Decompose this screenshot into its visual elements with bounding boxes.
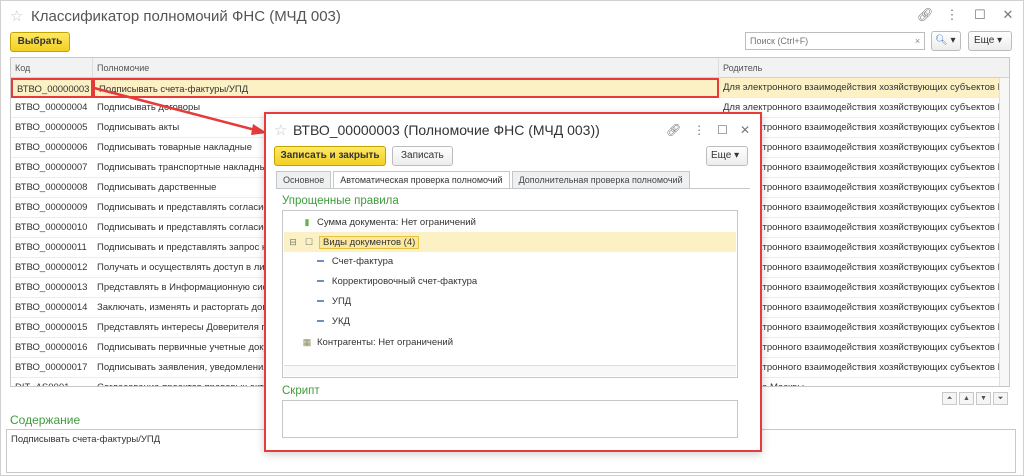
dash-icon [317,320,324,323]
scroll-bottom-button[interactable]: ⏷ [993,392,1008,405]
tree-item-doc-types[interactable]: ⊟ ☐ Виды документов (4) [287,232,420,252]
chevron-down-icon: ▾ [997,35,1003,46]
cell-code: DIT_AS0001 [11,378,93,386]
magnifier-icon: 🔍︎ [935,35,948,46]
tree-item-doc[interactable]: Счет-фактура [317,252,393,272]
dialog-maximize-icon[interactable]: ☐ [717,123,728,137]
script-title: Скрипт [282,385,320,397]
rules-title: Упрощенные правила [282,195,399,207]
link-icon[interactable]: 🔗︎ [917,8,934,22]
tab-additional-check[interactable]: Дополнительная проверка полномочий [511,171,690,189]
dialog-more-button[interactable]: Еще ▾ [706,146,748,166]
table-row[interactable]: ВТВО_00000003 Подписывать счета-фактуры/У… [11,78,1009,98]
tree-item-doc[interactable]: УКД [317,312,350,332]
checkbox-icon[interactable]: ☐ [303,232,315,252]
table-header: Код Полномочие Родитель [11,58,1009,78]
search-options-button[interactable]: 🔍︎ ▾ [931,31,961,51]
dialog-link-icon[interactable]: 🔗︎ [666,123,681,137]
cell-code: ВТВО_00000006 [15,142,88,153]
cell-code: ВТВО_00000010 [15,222,88,233]
dialog-tabs: Основное Автоматическая проверка полномо… [276,171,692,189]
cell-code: ВТВО_00000014 [15,302,88,313]
column-parent[interactable]: Родитель [719,58,1009,78]
close-icon[interactable]: ✕ [1001,8,1015,22]
dash-icon [317,280,324,283]
column-code[interactable]: Код [11,58,93,78]
title-bar: ☆ Классификатор полномочий ФНС (МЧД 003)… [1,1,1024,31]
tab-auto-check[interactable]: Автоматическая проверка полномочий [333,171,510,189]
table-nav: ⏶ ▲ ▼ ⏷ [942,392,1008,405]
cell-code: ВТВО_00000012 [15,262,88,273]
save-and-close-button[interactable]: Записать и закрыть [274,146,386,166]
window-title: Классификатор полномочий ФНС (МЧД 003) [31,8,341,25]
dash-icon [317,260,324,263]
content-title: Содержание [10,413,81,427]
table-icon: ▦ [302,337,312,347]
dialog-favorite-star-icon[interactable]: ☆ [274,121,287,139]
column-power[interactable]: Полномочие [93,58,719,78]
cell-code: ВТВО_00000007 [15,162,88,173]
more-vertical-icon[interactable]: ⋮ [945,8,959,22]
tree-item-counterparties[interactable]: ▦ Контрагенты: Нет ограничений [301,332,453,352]
dialog-chevron-down-icon: ▾ [734,150,740,161]
vertical-scrollbar[interactable] [999,78,1009,386]
coins-icon: ▮ [304,217,310,227]
cell-code: ВТВО_00000009 [15,202,88,213]
tab-main[interactable]: Основное [276,171,332,189]
search-input[interactable] [745,32,925,50]
cell-code: ВТВО_00000015 [15,322,88,333]
cell-code: ВТВО_00000004 [15,102,88,113]
tree-item-doc[interactable]: Корректировочный счет-фактура [317,272,477,292]
scroll-up-button[interactable]: ▲ [959,392,974,405]
cell-code: ВТВО_00000008 [15,182,88,193]
power-dialog: ☆ ВТВО_00000003 (Полномочие ФНС (МЧД 003… [264,112,762,452]
search-clear-button[interactable]: × [911,32,925,50]
scroll-top-button[interactable]: ⏶ [942,392,957,405]
cell-code: ВТВО_00000013 [15,282,88,293]
favorite-star-icon[interactable]: ☆ [10,7,23,25]
dialog-title: ВТВО_00000003 (Полномочие ФНС (МЧД 003)) [293,122,600,138]
tree-item-doc[interactable]: УПД [317,292,351,312]
save-button[interactable]: Записать [392,146,453,166]
cell-parent: Для электронного взаимодействия хозяйств… [723,82,999,93]
cell-code: ВТВО_00000017 [15,362,88,373]
rules-tree: ▮ Сумма документа: Нет ограничений ⊟ ☐ Виды… [282,210,738,378]
cell-code: ВТВО_00000003 [11,78,93,98]
dialog-close-icon[interactable]: ✕ [740,123,750,137]
tree-item-doc-sum[interactable]: ▮ Сумма документа: Нет ограничений [301,212,476,232]
scroll-down-button[interactable]: ▼ [976,392,991,405]
cell-code: ВТВО_00000011 [15,242,87,253]
select-button[interactable]: Выбрать [10,32,70,52]
maximize-icon[interactable]: ☐ [973,8,987,22]
more-button[interactable]: Еще ▾ [968,31,1012,51]
cell-code: ВТВО_00000005 [15,122,88,133]
dialog-more-vertical-icon[interactable]: ⋮ [693,123,705,137]
horizontal-scrollbar[interactable] [284,365,736,376]
main-window: ☆ Классификатор полномочий ФНС (МЧД 003)… [0,0,1024,476]
cell-code: ВТВО_00000016 [15,342,88,353]
cell-power: Подписывать счета-фактуры/УПД [93,78,719,98]
dash-icon [317,300,324,303]
script-field[interactable] [282,400,738,438]
collapse-icon[interactable]: ⊟ [287,232,299,252]
